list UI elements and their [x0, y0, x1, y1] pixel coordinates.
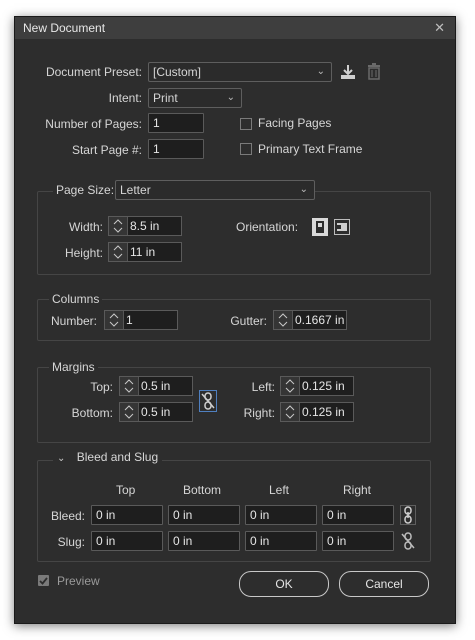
- columns-number-field[interactable]: 1: [104, 310, 178, 330]
- stepper-icon: [113, 219, 123, 233]
- bleed-slug-title: Bleed and Slug: [76, 450, 159, 464]
- gutter-value: 0.1667 in: [295, 313, 345, 327]
- link-margins-icon[interactable]: [199, 390, 217, 412]
- chevron-down-icon: ⌄: [226, 92, 235, 103]
- height-value: 11 in: [130, 245, 156, 259]
- bleed-col-right: Right: [343, 483, 372, 497]
- bleed-left-field[interactable]: 0 in: [245, 505, 317, 525]
- unlink-slug-icon[interactable]: [401, 532, 415, 550]
- new-document-dialog: New Document ✕ Document Preset: [Custom]…: [14, 16, 456, 624]
- margin-right-field[interactable]: 0.125 in: [280, 402, 354, 422]
- stepper-icon: [109, 313, 119, 327]
- columns-number-stepper[interactable]: [105, 311, 124, 329]
- chevron-down-icon: ⌄: [316, 66, 325, 77]
- height-field[interactable]: 11 in: [108, 242, 182, 262]
- number-of-pages-field[interactable]: 1: [148, 113, 204, 133]
- primary-text-frame-checkbox[interactable]: [240, 143, 252, 155]
- page-size-dropdown[interactable]: Letter ⌄: [115, 180, 315, 200]
- gutter-stepper[interactable]: [274, 311, 293, 329]
- width-value: 8.5 in: [130, 219, 160, 233]
- intent-dropdown[interactable]: Print ⌄: [148, 88, 242, 108]
- stepper-icon: [285, 405, 295, 419]
- margin-bottom-stepper[interactable]: [120, 403, 139, 421]
- columns-number-label: Number:: [50, 314, 97, 328]
- document-preset-label: Document Preset:: [45, 65, 142, 79]
- portrait-icon[interactable]: [312, 218, 328, 236]
- ok-button[interactable]: OK: [239, 571, 329, 597]
- slug-label: Slug:: [57, 535, 85, 549]
- margin-top-label: Top:: [90, 380, 113, 394]
- margin-bottom-field[interactable]: 0.5 in: [119, 402, 193, 422]
- slug-top-field[interactable]: 0 in: [91, 531, 163, 551]
- preview-checkbox[interactable]: [38, 575, 49, 586]
- margin-left-label: Left:: [251, 380, 275, 394]
- width-label: Width:: [68, 220, 103, 234]
- title-bar[interactable]: New Document ✕: [15, 17, 455, 39]
- margin-top-value: 0.5 in: [141, 379, 171, 393]
- document-preset-value: [Custom]: [153, 65, 202, 79]
- columns-title: Columns: [49, 292, 103, 306]
- margin-bottom-value: 0.5 in: [141, 405, 171, 419]
- margins-group: [37, 367, 431, 443]
- delete-preset-icon[interactable]: [367, 63, 381, 80]
- chevron-down-icon: ⌄: [57, 453, 66, 464]
- margin-right-value: 0.125 in: [302, 405, 345, 419]
- stepper-icon: [285, 379, 295, 393]
- stepper-icon: [113, 245, 123, 259]
- checkmark-icon: [39, 577, 48, 585]
- orientation-label: Orientation:: [236, 220, 299, 234]
- bleed-right-field[interactable]: 0 in: [322, 505, 394, 525]
- intent-value: Print: [153, 91, 178, 105]
- close-icon[interactable]: ✕: [434, 20, 445, 36]
- margin-bottom-label: Bottom:: [71, 406, 113, 420]
- facing-pages-label: Facing Pages: [258, 116, 332, 130]
- margin-top-field[interactable]: 0.5 in: [119, 376, 193, 396]
- bleed-label: Bleed:: [50, 509, 85, 523]
- document-preset-dropdown[interactable]: [Custom] ⌄: [148, 62, 332, 82]
- page-size-label: Page Size:: [53, 183, 118, 197]
- chevron-down-icon: ⌄: [299, 184, 308, 195]
- dialog-title: New Document: [23, 21, 106, 35]
- slug-left-field[interactable]: 0 in: [245, 531, 317, 551]
- bleed-col-top: Top: [116, 483, 136, 497]
- landscape-icon[interactable]: [334, 219, 350, 235]
- save-preset-icon[interactable]: [339, 64, 357, 80]
- start-page-field[interactable]: 1: [148, 139, 204, 159]
- facing-pages-checkbox[interactable]: [240, 118, 252, 130]
- margin-right-stepper[interactable]: [281, 403, 300, 421]
- stepper-icon: [278, 313, 288, 327]
- bleed-bottom-field[interactable]: 0 in: [168, 505, 240, 525]
- slug-bottom-field[interactable]: 0 in: [168, 531, 240, 551]
- slug-right-field[interactable]: 0 in: [322, 531, 394, 551]
- margin-left-value: 0.125 in: [302, 379, 345, 393]
- cancel-button[interactable]: Cancel: [339, 571, 429, 597]
- stepper-icon: [124, 379, 134, 393]
- width-stepper[interactable]: [109, 217, 128, 235]
- margins-title: Margins: [49, 360, 98, 374]
- bleed-col-bottom: Bottom: [183, 483, 222, 497]
- margin-top-stepper[interactable]: [120, 377, 139, 395]
- primary-text-frame-label: Primary Text Frame: [258, 142, 363, 156]
- height-label: Height:: [64, 246, 103, 260]
- margin-left-field[interactable]: 0.125 in: [280, 376, 354, 396]
- bleed-slug-toggle[interactable]: ⌄ Bleed and Slug: [53, 450, 163, 464]
- height-stepper[interactable]: [109, 243, 128, 261]
- start-page-label: Start Page #:: [71, 143, 142, 157]
- stepper-icon: [124, 405, 134, 419]
- gutter-label: Gutter:: [230, 314, 267, 328]
- bleed-col-left: Left: [269, 483, 290, 497]
- number-of-pages-label: Number of Pages:: [45, 117, 142, 131]
- margin-right-label: Right:: [243, 406, 275, 420]
- preview-label: Preview: [57, 574, 100, 588]
- margin-left-stepper[interactable]: [281, 377, 300, 395]
- gutter-field[interactable]: 0.1667 in: [273, 310, 347, 330]
- width-field[interactable]: 8.5 in: [108, 216, 182, 236]
- page-size-value: Letter: [120, 183, 151, 197]
- link-bleed-icon[interactable]: [400, 505, 416, 525]
- columns-number-value: 1: [126, 313, 133, 327]
- bleed-top-field[interactable]: 0 in: [91, 505, 163, 525]
- intent-label: Intent:: [108, 91, 142, 105]
